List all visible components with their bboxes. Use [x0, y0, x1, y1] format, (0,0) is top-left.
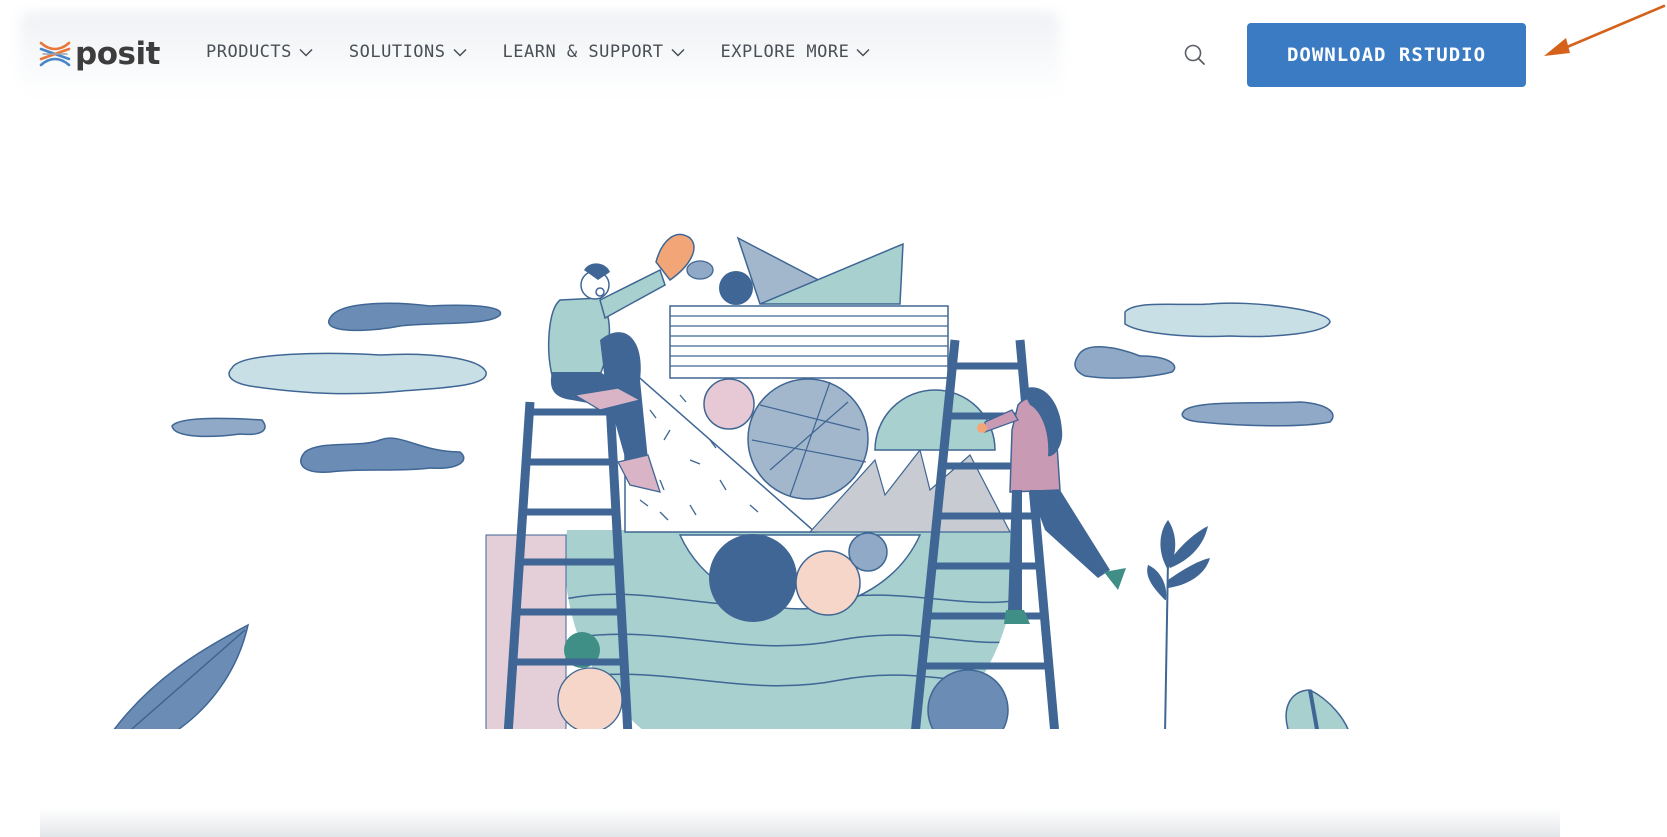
bottom-fade-overlay: [40, 808, 1560, 837]
nav-item-label: SOLUTIONS: [348, 42, 446, 62]
cloud-icon: [1074, 302, 1334, 427]
nav-item-products[interactable]: PRODUCTS: [206, 42, 313, 62]
posit-logo-icon: [39, 41, 71, 67]
chevron-down-icon: [671, 48, 685, 57]
nav-item-solutions[interactable]: SOLUTIONS: [349, 42, 467, 62]
people-building-shapes-illustration: [108, 233, 1351, 751]
striped-ball-shape: [747, 378, 869, 500]
cloud-icon: [171, 302, 502, 473]
navy-circle-shape: [709, 534, 797, 622]
search-icon[interactable]: [1183, 43, 1207, 67]
brand-name: posit: [75, 35, 160, 72]
nav-item-explore-more[interactable]: EXPLORE MORE: [721, 42, 871, 62]
leaf-icon: [108, 623, 250, 736]
posit-logo-link[interactable]: posit: [38, 36, 160, 72]
annotation-arrow-icon: [1544, 4, 1666, 56]
chevron-down-icon: [299, 48, 313, 57]
striped-rectangle-shape: [669, 305, 949, 379]
nav-item-learn-support[interactable]: LEARN & SUPPORT: [503, 42, 685, 62]
plant-icon: [1147, 520, 1210, 736]
chevron-down-icon: [856, 48, 870, 57]
main-menu: PRODUCTS SOLUTIONS LEARN & SUPPORT EXPLO…: [206, 42, 906, 62]
download-rstudio-button[interactable]: DOWNLOAD RSTUDIO: [1247, 23, 1526, 87]
top-navigation-bar: posit PRODUCTS SOLUTIONS LEARN & SUPPORT…: [0, 0, 1667, 108]
nav-item-label: PRODUCTS: [206, 42, 292, 62]
hero-section: [0, 108, 1667, 837]
nav-item-label: LEARN & SUPPORT: [502, 42, 664, 62]
nav-item-label: EXPLORE MORE: [720, 42, 850, 62]
chevron-down-icon: [452, 48, 467, 57]
